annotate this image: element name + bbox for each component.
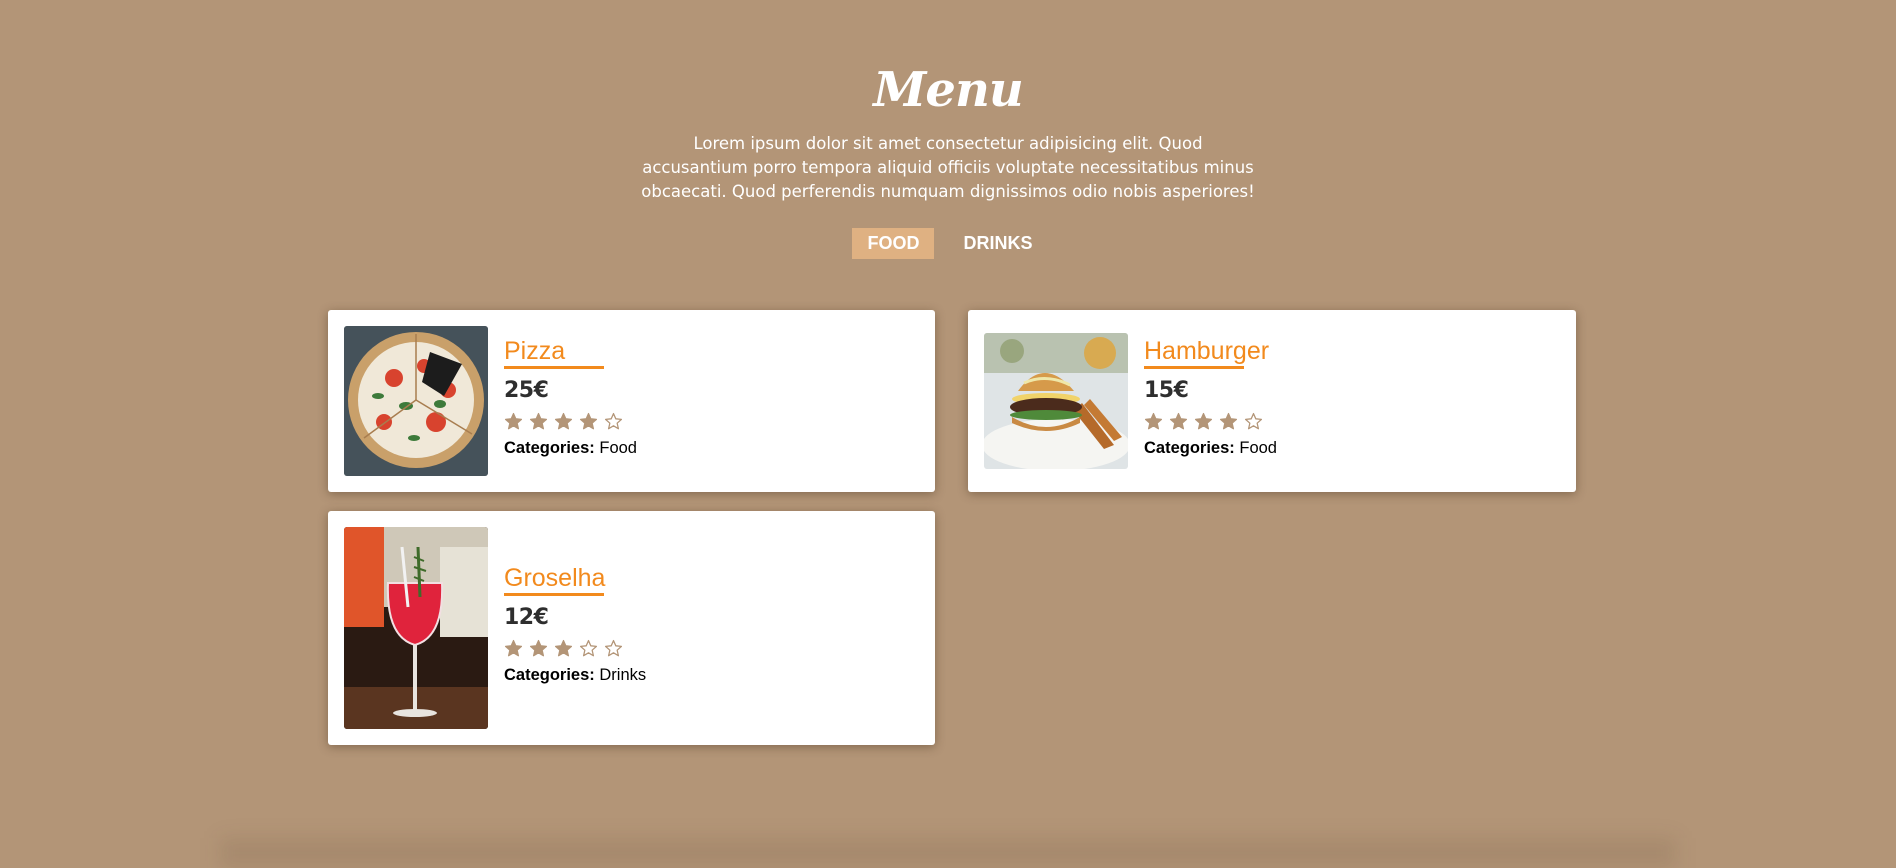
rating-stars bbox=[504, 411, 637, 431]
page-title: Menu bbox=[873, 62, 1023, 119]
category-value: Drinks bbox=[599, 666, 647, 684]
star-empty-icon bbox=[604, 639, 623, 656]
star-filled-icon bbox=[529, 639, 548, 656]
star-filled-icon bbox=[579, 412, 598, 429]
rating-stars bbox=[504, 638, 646, 658]
tab-drinks[interactable]: DRINKS bbox=[948, 228, 1047, 259]
hamburger-photo bbox=[984, 333, 1128, 469]
item-name[interactable]: Pizza bbox=[504, 336, 604, 369]
item-price: 25€ bbox=[504, 378, 549, 403]
star-filled-icon bbox=[1169, 412, 1188, 429]
star-filled-icon bbox=[554, 412, 573, 429]
star-filled-icon bbox=[1219, 412, 1238, 429]
category-label: Categories: bbox=[504, 666, 595, 684]
menu-item-info: Groselha 12€ Categories: Drinks bbox=[504, 563, 646, 685]
footer-shadow bbox=[220, 838, 1676, 868]
menu-item-card[interactable]: Pizza 25€ Categories: Food bbox=[328, 310, 935, 492]
rating-stars bbox=[1144, 411, 1277, 431]
star-filled-icon bbox=[554, 639, 573, 656]
category-value: Food bbox=[1239, 439, 1277, 457]
item-name[interactable]: Hamburger bbox=[1144, 336, 1269, 369]
star-empty-icon bbox=[579, 639, 598, 656]
star-filled-icon bbox=[1144, 412, 1163, 429]
item-price: 15€ bbox=[1144, 378, 1189, 403]
item-category: Categories: Drinks bbox=[504, 665, 646, 685]
tab-food[interactable]: FOOD bbox=[852, 228, 935, 259]
menu-item-info: Pizza 25€ Categories: Food bbox=[504, 336, 637, 458]
star-filled-icon bbox=[529, 412, 548, 429]
category-label: Categories: bbox=[504, 439, 595, 457]
menu-item-info: Hamburger 15€ Categories: Food bbox=[1144, 336, 1277, 458]
category-label: Categories: bbox=[1144, 439, 1235, 457]
item-category: Categories: Food bbox=[1144, 438, 1277, 458]
pizza-photo bbox=[344, 326, 488, 476]
cocktail-photo bbox=[344, 527, 488, 729]
intro-text: Lorem ipsum dolor sit amet consectetur a… bbox=[641, 133, 1255, 201]
item-name[interactable]: Groselha bbox=[504, 563, 605, 596]
star-filled-icon bbox=[504, 639, 523, 656]
menu-item-card[interactable]: Groselha 12€ Categories: Drinks bbox=[328, 511, 935, 745]
star-empty-icon bbox=[1244, 412, 1263, 429]
item-price: 12€ bbox=[504, 605, 549, 630]
category-value: Food bbox=[599, 439, 637, 457]
menu-item-card[interactable]: Hamburger 15€ Categories: Food bbox=[968, 310, 1576, 492]
star-filled-icon bbox=[504, 412, 523, 429]
item-category: Categories: Food bbox=[504, 438, 637, 458]
star-empty-icon bbox=[604, 412, 623, 429]
star-filled-icon bbox=[1194, 412, 1213, 429]
category-tabs: FOOD DRINKS bbox=[0, 228, 1896, 259]
